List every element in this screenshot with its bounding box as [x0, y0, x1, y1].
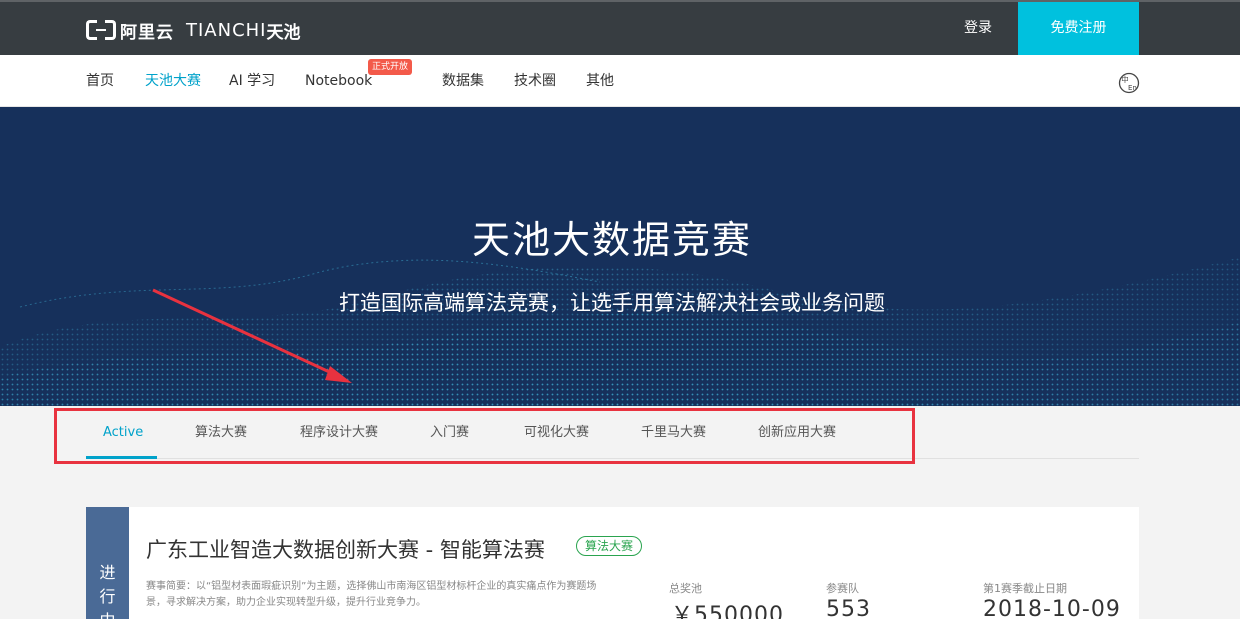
- logo[interactable]: 阿里云 TIANCHI 天池: [86, 18, 301, 43]
- highlight-box: [54, 408, 915, 464]
- register-button[interactable]: 免费注册: [1018, 2, 1139, 55]
- nav-item-tech-circle[interactable]: 技术圈: [514, 55, 556, 107]
- status-badge: 进 行 中: [86, 507, 129, 619]
- competition-description: 赛事简要：以“铝型材表面瑕疵识别”为主题，选择佛山市南海区铝型材标杆企业的真实痛…: [146, 581, 597, 608]
- login-link[interactable]: 登录: [964, 2, 992, 55]
- hero-banner: 天池大数据竞赛 打造国际高端算法竞赛，让选手用算法解决社会或业务问题: [0, 107, 1240, 406]
- prize-value: ￥550000: [671, 603, 784, 619]
- teams-label: 参赛队: [826, 582, 859, 595]
- status-char: 进: [99, 563, 116, 582]
- deadline-value: 2018-10-09: [983, 597, 1121, 619]
- competition-title[interactable]: 广东工业智造大数据创新大赛 - 智能算法赛: [146, 534, 545, 564]
- banner-subtitle: 打造国际高端算法竞赛，让选手用算法解决社会或业务问题: [339, 291, 885, 315]
- nav-item-ai-learning[interactable]: AI 学习: [229, 55, 275, 107]
- notebook-badge: 正式开放: [368, 59, 413, 75]
- nav-item-other[interactable]: 其他: [586, 55, 614, 107]
- svg-text:En: En: [1128, 84, 1137, 92]
- main-nav: 首页 天池大赛 AI 学习 Notebook 正式开放 数据集 技术圈 其他 中…: [0, 55, 1240, 107]
- status-char: 中: [86, 609, 129, 619]
- logo-aliyun-text: 阿里云: [120, 22, 174, 43]
- status-char: 行: [99, 587, 116, 606]
- competition-tag: 算法大赛: [576, 536, 643, 556]
- svg-text:中: 中: [1121, 74, 1129, 84]
- top-bar: 阿里云 TIANCHI 天池 登录 免费注册: [0, 0, 1240, 55]
- logo-tianchi-text: TIANCHI: [186, 19, 267, 41]
- nav-item-notebook[interactable]: Notebook: [305, 55, 372, 107]
- nav-item-datasets[interactable]: 数据集: [442, 55, 484, 107]
- deadline-label: 第1赛季截止日期: [983, 582, 1067, 595]
- banner-title: 天池大数据竞赛: [471, 218, 752, 262]
- competition-card[interactable]: 进 行 中 广东工业智造大数据创新大赛 - 智能算法赛 算法大赛 赛事简要：以“…: [86, 507, 1139, 619]
- nav-item-home[interactable]: 首页: [86, 55, 114, 107]
- aliyun-logo-icon: [86, 20, 116, 40]
- logo-tianchi-cn-text: 天池: [266, 22, 301, 43]
- nav-item-competitions[interactable]: 天池大赛: [145, 55, 201, 107]
- teams-value: 553: [826, 597, 871, 619]
- prize-label: 总奖池: [669, 582, 702, 595]
- language-switch-icon[interactable]: 中 En: [1118, 72, 1140, 94]
